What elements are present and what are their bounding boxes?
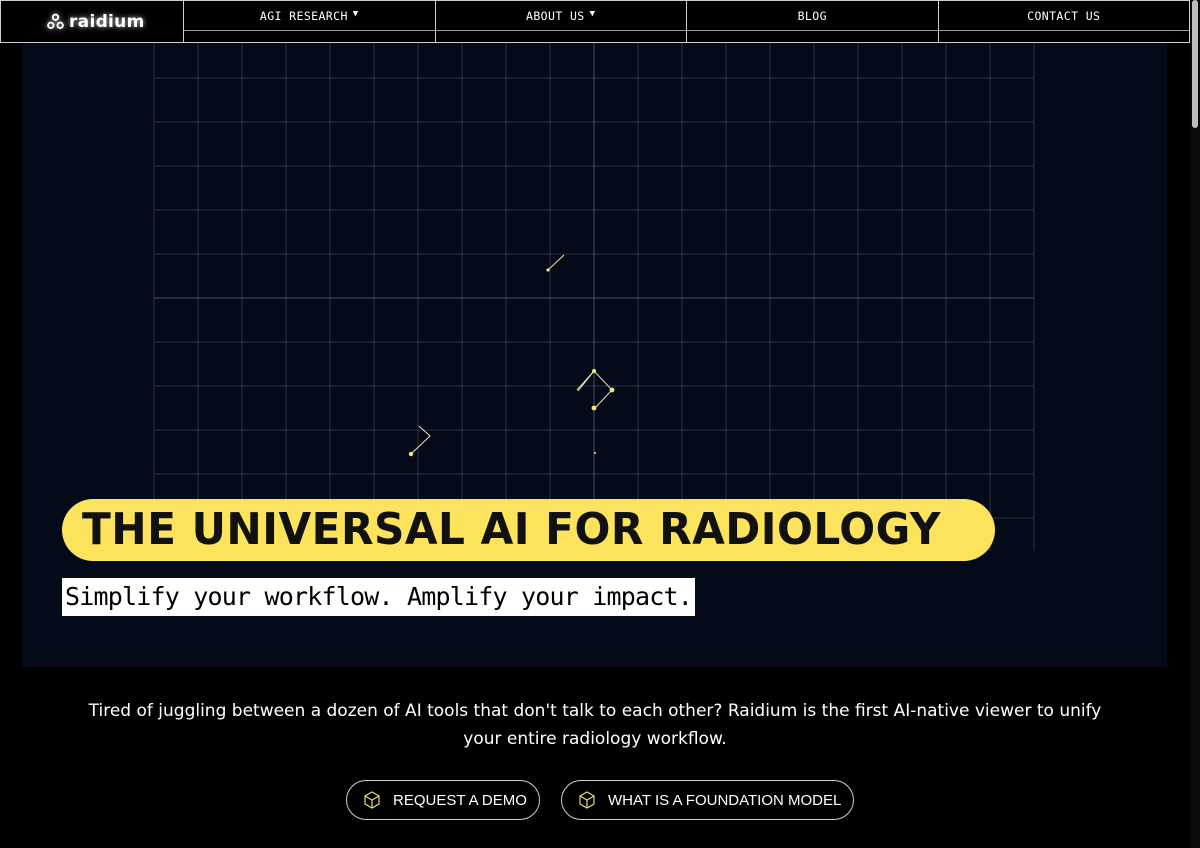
scrollbar-thumb[interactable] [1192,0,1198,128]
button-label: WHAT IS A FOUNDATION MODEL [608,791,842,809]
nav-item-contact-us[interactable]: CONTACT US [937,1,1190,42]
top-navigation: raidium AGI RESEARCH ▼ ABOUT US ▼ BLOG C… [0,0,1190,43]
nav-item-blog[interactable]: BLOG [686,1,938,42]
cube-icon [576,789,598,811]
chevron-down-icon: ▼ [352,9,359,19]
brand-logo[interactable]: raidium [1,1,183,42]
hero-title: THE UNIVERSAL AI FOR RADIOLOGY [82,504,941,555]
nav-label: BLOG [797,9,827,23]
hero-title-badge: THE UNIVERSAL AI FOR RADIOLOGY [62,499,995,561]
nav-label: ABOUT US [526,9,585,23]
page-scrollbar[interactable] [1190,0,1200,848]
foundation-model-button[interactable]: WHAT IS A FOUNDATION MODEL [561,780,855,820]
constellation-decoration [410,254,613,455]
intro-paragraph: Tired of juggling between a dozen of AI … [88,701,1102,749]
hero-subtitle: Simplify your workflow. Amplify your imp… [62,578,696,616]
nav-label: AGI RESEARCH [259,9,348,23]
nav-item-agi-research[interactable]: AGI RESEARCH ▼ [183,1,435,42]
raidium-logo-icon [47,13,64,30]
request-demo-button[interactable]: REQUEST A DEMO [346,780,540,820]
hero-section: THE UNIVERSAL AI FOR RADIOLOGY Simplify … [22,43,1167,667]
chevron-down-icon: ▼ [589,9,596,19]
nav-item-about-us[interactable]: ABOUT US ▼ [434,1,687,42]
brand-name: raidium [69,11,145,32]
nav-label: CONTACT US [1027,9,1101,23]
cube-icon [361,789,383,811]
hero-grid-animation [153,43,1035,551]
button-label: REQUEST A DEMO [393,791,527,809]
